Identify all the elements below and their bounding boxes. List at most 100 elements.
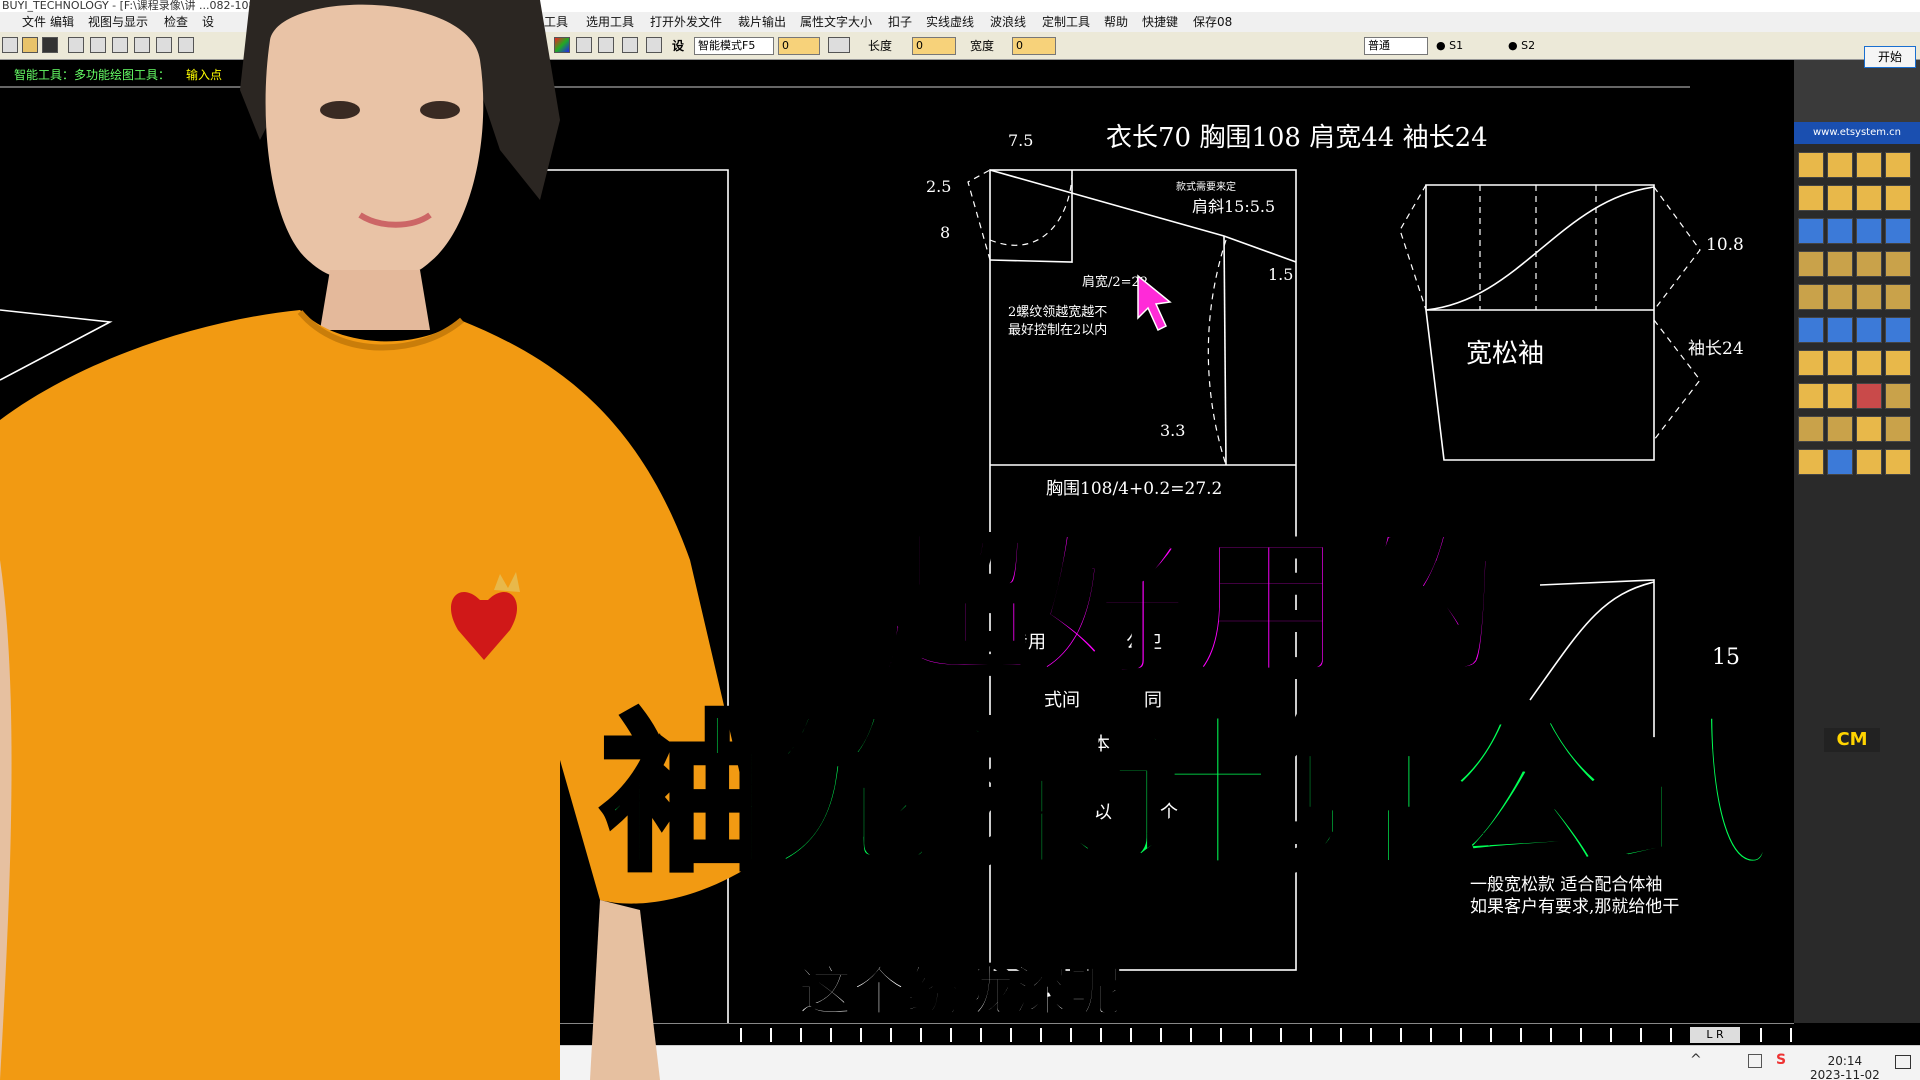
radio-s1-label: S1 [1449,39,1464,52]
neck [320,270,430,330]
start-button[interactable]: 开始 [1864,46,1916,68]
menu-save08[interactable]: 保存08 [1193,12,1232,32]
tool-print-icon[interactable] [1856,383,1882,409]
neck-curve-dashed [989,174,1073,246]
dim-7-5: 7.5 [1008,131,1033,150]
clock-date: 2023-11-02 [1810,1068,1880,1080]
tool-hand-icon[interactable] [1856,284,1882,310]
top-measures-text: 衣长70 胸围108 肩宽44 袖长24 [1106,123,1488,153]
tool-table-icon[interactable] [1798,416,1824,442]
dim-1-5: 1.5 [1268,265,1293,284]
dim-3-3: 3.3 [1160,421,1185,440]
collar-note-1: 2螺纹领越宽越不 [1008,304,1107,320]
tool-curve-icon[interactable] [1798,185,1824,211]
tool-stamp-icon[interactable] [1827,416,1853,442]
tool-export-icon[interactable] [1856,350,1882,376]
armhole-curve-dashed [1207,239,1227,466]
tool-button-icon[interactable] [1827,251,1853,277]
tool-grade-rule-icon[interactable] [1856,416,1882,442]
tool-download-icon[interactable] [1827,350,1853,376]
chest-formula-text: 胸围108/4+0.2=27.2 [1046,479,1222,499]
menu-custom-tools[interactable]: 定制工具 [1042,12,1090,32]
lr-toggle[interactable]: L R [1690,1027,1740,1043]
face [265,4,484,284]
horizontal-scrollbar[interactable] [740,1028,1794,1042]
screen: BUYI_TECHNOLOGY - [F:\课程录像\讲 ...082-1089… [0,0,1920,1080]
clock[interactable]: 20:14 2023-11-02 [1810,1054,1880,1080]
neck-dashed-1 [967,169,991,261]
right-arm [590,900,660,1080]
tool-layer-icon[interactable] [1885,350,1911,376]
tool-knife-icon[interactable] [1856,152,1882,178]
menu-solid-dashed[interactable]: 实线虚线 [926,12,974,32]
sleeve-right-dashed [1653,186,1701,311]
tool-angle-icon[interactable] [1827,185,1853,211]
tool-drill-icon[interactable] [1827,317,1853,343]
bottom-note-2: 如果客户有要求,那就给他干 [1470,897,1679,917]
line-type-select[interactable]: 普通 [1364,37,1428,55]
clock-time: 20:14 [1827,1054,1863,1068]
width-input[interactable]: 0 [1012,37,1056,55]
dim-15: 15 [1712,645,1740,670]
tool-ruler-icon[interactable] [1827,152,1853,178]
sleeve-box [1425,184,1655,461]
presenter-figure [0,0,760,1080]
tool-tag-icon[interactable] [1885,416,1911,442]
menu-wave-line[interactable]: 波浪线 [990,12,1026,32]
ime-icon[interactable]: S [1776,1052,1786,1068]
tool-shape-icon[interactable] [1798,449,1824,475]
menu-shortcuts[interactable]: 快捷键 [1142,12,1178,32]
tool-cup-icon[interactable] [1885,383,1911,409]
measure-icon[interactable] [828,37,850,53]
menu-help[interactable]: 帮助 [1104,12,1128,32]
right-eye [420,101,460,119]
tool-triangle-icon[interactable] [1827,449,1853,475]
tool-grid [1798,152,1916,475]
sleeve-cap-curve [1425,186,1655,311]
tool-mirror-icon[interactable] [1885,317,1911,343]
tool-pleat-icon[interactable] [1856,317,1882,343]
tool-chart-icon[interactable] [1798,383,1824,409]
headline-line-2: 袖笼深计算公式 [599,697,1782,894]
sleeve-left-dashed [1399,184,1427,311]
tool-arrow-icon[interactable] [1827,218,1853,244]
radio-s1[interactable]: ● S1 [1436,37,1463,55]
dim-2-5: 2.5 [926,177,951,196]
menu-buttons[interactable]: 扣子 [888,12,912,32]
tool-bag-icon[interactable] [1798,284,1824,310]
mouse-cursor-icon [1137,274,1172,332]
back-note: 款式需要来定 [1176,180,1236,193]
tool-measure-icon[interactable] [1856,449,1882,475]
tool-shirt-icon[interactable] [1856,218,1882,244]
tool-dart-icon[interactable] [1856,185,1882,211]
video-subtitle: 这个绣陇深呢 [797,959,1123,1024]
tool-grade-icon[interactable] [1885,218,1911,244]
sleeve-right-dashed-2 [1653,319,1701,441]
network-icon[interactable] [1748,1054,1762,1068]
tool-text-icon[interactable] [1885,449,1911,475]
tool-pocket-icon[interactable] [1885,251,1911,277]
tool-spiral-icon[interactable] [1856,251,1882,277]
tool-mark-icon[interactable] [1885,284,1911,310]
dim-8: 8 [940,223,950,242]
left-eye [320,101,360,119]
notification-icon[interactable] [1895,1055,1911,1069]
tool-open-icon[interactable] [1798,350,1824,376]
tool-scissors-icon[interactable] [1798,152,1824,178]
length-label: 长度 [868,39,893,53]
panel-header [1794,60,1920,122]
length-input[interactable]: 0 [912,37,956,55]
chevron-up-icon[interactable]: ^ [1690,1052,1702,1068]
collar-note-2: 最好控制在2以内 [1008,322,1107,338]
sleeve-label: 宽松袖 [1466,339,1544,369]
tool-glove-icon[interactable] [1827,284,1853,310]
radio-s2[interactable]: ● S2 [1508,37,1535,55]
neck-box [989,170,1073,263]
tool-sew-icon[interactable] [1798,251,1824,277]
tool-notch-icon[interactable] [1798,317,1824,343]
tool-pin-icon[interactable] [1885,152,1911,178]
tool-copy-icon[interactable] [1827,383,1853,409]
tool-fold-icon[interactable] [1885,185,1911,211]
website-banner: www.etsystem.cn [1794,122,1920,144]
tool-plane-icon[interactable] [1798,218,1824,244]
